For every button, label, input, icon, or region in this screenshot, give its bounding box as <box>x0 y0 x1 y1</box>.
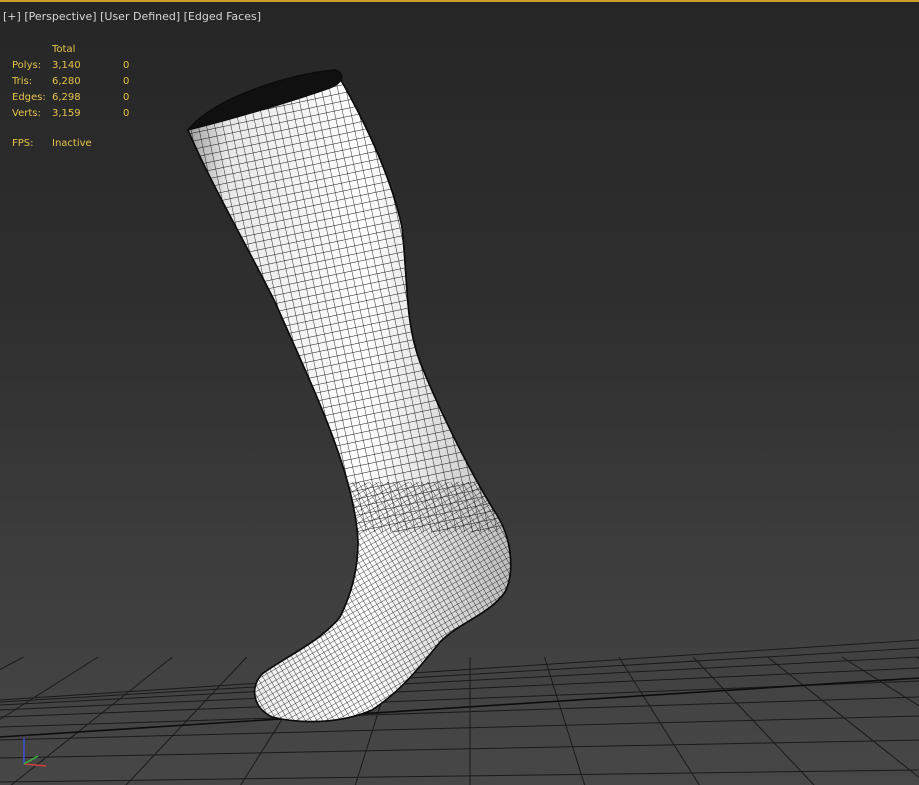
statistics-overlay: Total Polys: 3,140 0 Tris: 6,280 0 Edges… <box>12 42 143 122</box>
grid-line <box>0 639 919 701</box>
fps-label: FPS: <box>12 138 34 149</box>
viewport-menu-point-of-view[interactable]: [Perspective] <box>24 10 96 23</box>
sock-mesh[interactable] <box>150 62 550 742</box>
grid-line <box>0 667 919 711</box>
stats-row-verts: Verts: 3,159 0 <box>12 108 130 119</box>
stats-row-tris: Tris: 6,280 0 <box>12 76 130 87</box>
grid-line <box>0 647 919 703</box>
grid-line <box>0 656 24 671</box>
fps-readout: FPS: Inactive <box>12 138 92 149</box>
stats-row-edges: Edges: 6,298 0 <box>12 92 130 103</box>
grid-line <box>841 656 919 707</box>
grid-line <box>10 656 173 785</box>
axis-x-line <box>23 763 47 767</box>
viewport-menu-plus[interactable]: [+] <box>3 10 21 23</box>
stats-row-polys: Polys: 3,140 0 <box>12 60 130 71</box>
ground-grid <box>0 639 919 785</box>
perspective-viewport[interactable]: [+] [Perspective] [User Defined] [Edged … <box>0 0 919 785</box>
viewport-label-menu: [+] [Perspective] [User Defined] [Edged … <box>3 10 261 23</box>
viewport-menu-display[interactable]: [Edged Faces] <box>184 10 261 23</box>
grid-line <box>0 656 99 720</box>
stats-header-total: Total <box>52 44 76 55</box>
fps-value: Inactive <box>52 138 92 149</box>
grid-line <box>0 656 919 706</box>
axis-gizmo <box>23 738 47 767</box>
grid-line <box>767 656 919 778</box>
viewport-menu-shading[interactable]: [User Defined] <box>100 10 180 23</box>
grid-line <box>618 656 700 785</box>
grid-line <box>0 739 919 759</box>
